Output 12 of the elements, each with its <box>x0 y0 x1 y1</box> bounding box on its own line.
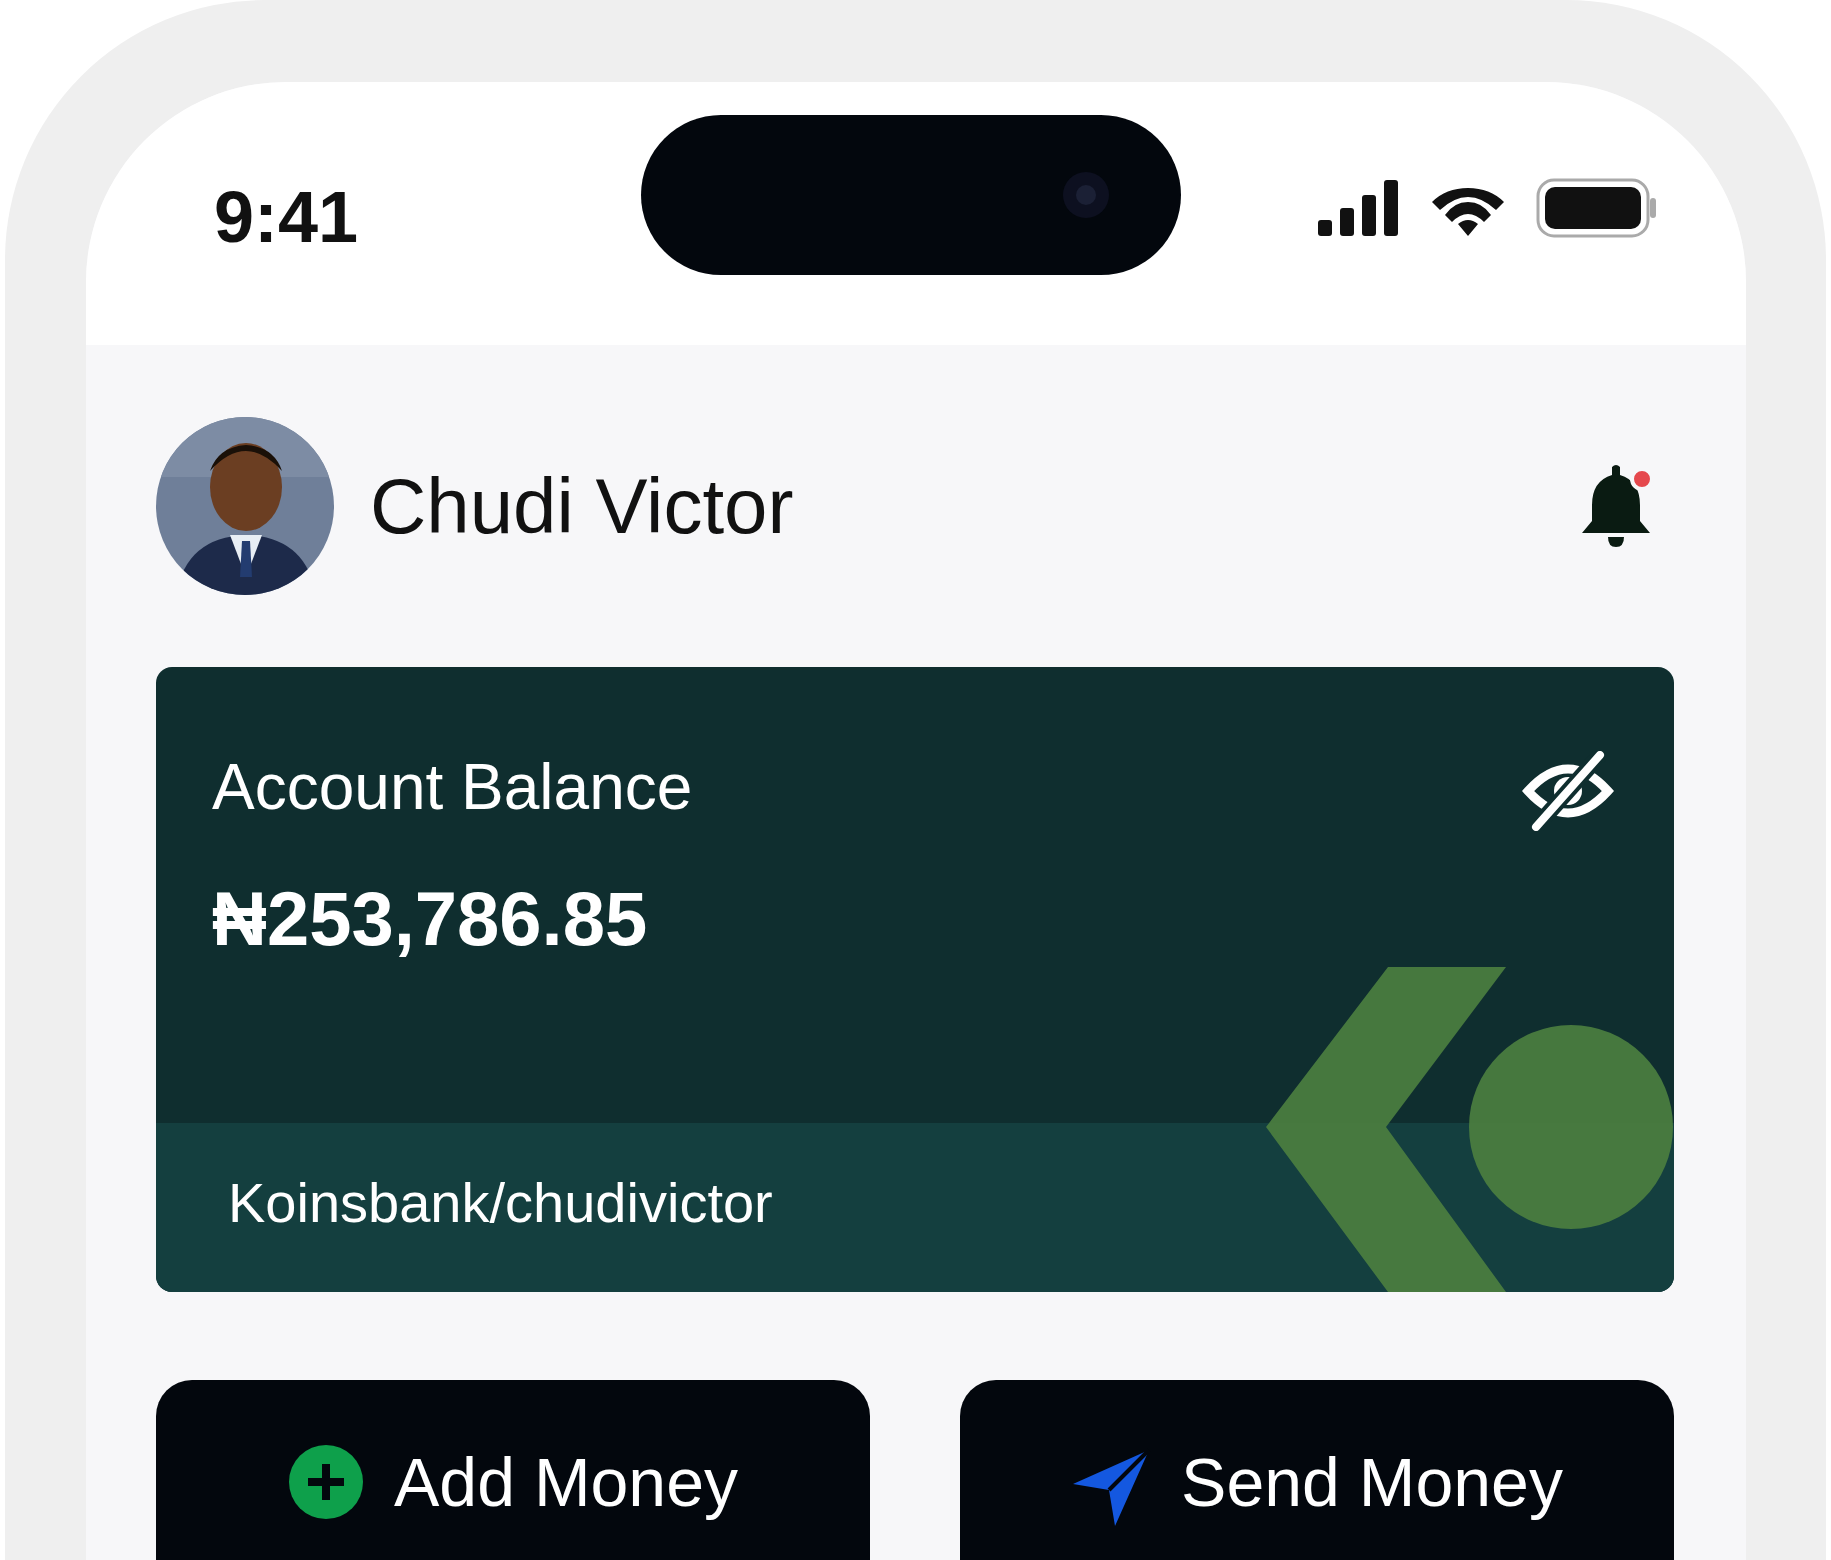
balance-amount: ₦253,786.85 <box>212 881 649 957</box>
add-money-button[interactable]: Add Money <box>156 1380 870 1560</box>
hide-balance-icon[interactable] <box>1522 751 1614 831</box>
plus-icon <box>288 1444 364 1520</box>
signal-icon <box>1318 179 1400 236</box>
balance-title: Account Balance <box>212 755 693 819</box>
status-time: 9:41 <box>214 175 360 259</box>
battery-icon <box>1536 177 1658 238</box>
camera-icon <box>1061 169 1111 220</box>
user-name: Chudi Victor <box>370 460 795 552</box>
send-icon <box>1071 1448 1152 1528</box>
send-money-button[interactable]: Send Money <box>960 1380 1674 1560</box>
